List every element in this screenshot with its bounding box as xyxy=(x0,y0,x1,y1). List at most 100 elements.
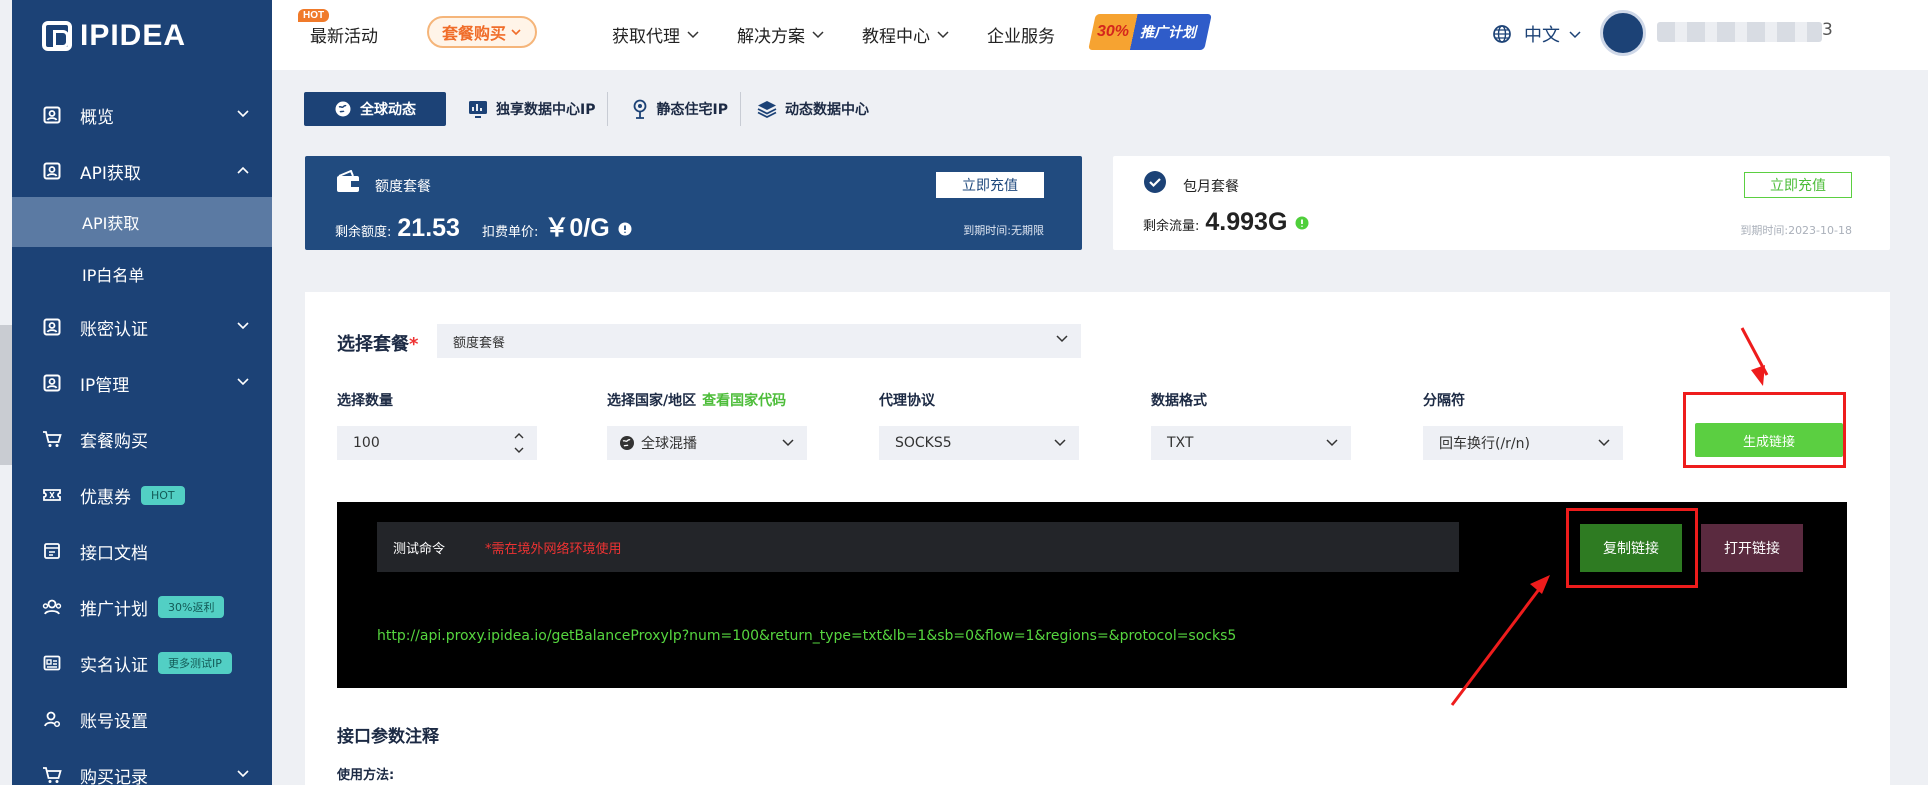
format-select[interactable]: TXT xyxy=(1151,426,1351,460)
promo-text: 推广计划 xyxy=(1140,25,1196,41)
tab-dedicated-datacenter[interactable]: 独享数据中心IP xyxy=(456,92,609,126)
sidebar-item-api-docs[interactable]: 接口文档 xyxy=(12,527,272,575)
tab-global-dynamic[interactable]: 全球动态 xyxy=(304,92,446,126)
api-url[interactable]: http://api.proxy.ipidea.io/getBalancePro… xyxy=(377,628,1236,644)
sidebar-item-label: 账密认证 xyxy=(80,319,148,340)
button-label: 打开链接 xyxy=(1724,541,1780,557)
api-config-panel: 选择套餐* 额度套餐 选择数量 100 选择国家/地区 查看国家代码 全球混播 代… xyxy=(305,292,1890,785)
logo-icon xyxy=(42,21,72,51)
command-label: 测试命令 xyxy=(393,541,446,557)
product-tabs: 全球动态 独享数据中心IP 静态住宅IP 动态数据中心 xyxy=(304,92,881,126)
sidebar-item-overview[interactable]: 概览 xyxy=(12,91,272,139)
country-code-link[interactable]: 查看国家代码 xyxy=(702,393,786,409)
chevron-down-icon xyxy=(237,110,249,118)
sidebar-item-real-name[interactable]: 实名认证 更多测试IP xyxy=(12,639,272,687)
chevron-down-icon xyxy=(782,439,794,447)
separator-label: 分隔符 xyxy=(1423,393,1465,409)
nav-enterprise[interactable]: 企业服务 xyxy=(987,20,1055,48)
sidebar-subitem-ip-whitelist[interactable]: IP白名单 xyxy=(12,249,272,299)
info-icon[interactable] xyxy=(618,222,632,236)
stepper-arrows-icon[interactable] xyxy=(513,430,525,456)
layers-icon xyxy=(757,100,777,118)
separator-value: 回车换行(/r/n) xyxy=(1439,436,1530,452)
monthly-remaining: 剩余流量: 4.993G xyxy=(1143,208,1309,237)
sidebar-item-account-auth[interactable]: 账密认证 xyxy=(12,303,272,351)
logo[interactable]: IPIDEA xyxy=(42,16,186,56)
tab-label: 独享数据中心IP xyxy=(496,102,596,118)
nav-tutorials[interactable]: 教程中心 xyxy=(862,20,950,48)
chevron-down-icon xyxy=(1054,439,1066,447)
recharge-button[interactable]: 立即充值 xyxy=(936,172,1044,198)
chevron-down-icon xyxy=(812,31,824,39)
price-label: 扣费单价: xyxy=(481,225,539,240)
username-suffix: 3 xyxy=(1822,20,1833,40)
package-buy-button[interactable]: 套餐购买 xyxy=(427,16,537,48)
monthly-package-card: 包月套餐 剩余流量: 4.993G 立即充值 到期时间:2023-10-18 xyxy=(1113,156,1890,250)
sidebar-scrollbar[interactable] xyxy=(0,325,12,465)
package-select[interactable]: 额度套餐 xyxy=(437,324,1081,358)
chevron-down-icon xyxy=(1598,439,1610,447)
nav-latest-activity[interactable]: 最新活动 xyxy=(310,20,378,48)
nav-solutions[interactable]: 解决方案 xyxy=(737,20,825,48)
info-icon[interactable] xyxy=(1295,216,1309,230)
country-select[interactable]: 全球混播 xyxy=(607,426,807,460)
user-gear-icon xyxy=(42,709,62,729)
nav-get-proxy[interactable]: 获取代理 xyxy=(612,20,700,48)
promotion-banner[interactable]: 30% 推广计划 xyxy=(1088,14,1212,50)
button-label: 立即充值 xyxy=(962,178,1018,194)
chevron-down-icon xyxy=(511,29,521,36)
sidebar-item-promotion[interactable]: 推广计划 30%返利 xyxy=(12,583,272,631)
chevron-down-icon xyxy=(237,770,249,778)
remaining-value: 4.993G xyxy=(1205,208,1288,236)
separator-select[interactable]: 回车换行(/r/n) xyxy=(1423,426,1623,460)
cart-icon xyxy=(42,429,62,449)
sidebar-item-label: API获取 xyxy=(80,163,141,184)
format-label: 数据格式 xyxy=(1151,393,1207,409)
remaining-label: 剩余额度: xyxy=(335,225,392,240)
avatar[interactable] xyxy=(1600,10,1646,56)
usage-label: 使用方法: xyxy=(337,768,395,783)
annotation-highlight-box xyxy=(1566,508,1698,588)
chevron-down-icon xyxy=(237,322,249,330)
package-value: 额度套餐 xyxy=(453,335,506,351)
country-value: 全球混播 xyxy=(641,436,697,452)
id-card-icon xyxy=(42,653,62,673)
sidebar-subitem-api[interactable]: API获取 xyxy=(12,197,272,247)
quota-remaining: 剩余额度: 21.53 扣费单价: ￥0/G xyxy=(335,208,632,244)
nav-label: 解决方案 xyxy=(737,26,805,47)
sidebar-item-ip-management[interactable]: IP管理 xyxy=(12,359,272,407)
globe-icon xyxy=(1493,25,1511,43)
chevron-down-icon xyxy=(687,31,699,39)
quota-package-card: 额度套餐 剩余额度: 21.53 扣费单价: ￥0/G 立即充值 到期时间:无期… xyxy=(305,156,1082,250)
protocol-label: 代理协议 xyxy=(879,393,935,409)
user-square-icon xyxy=(42,373,62,393)
sidebar-item-account-settings[interactable]: 账号设置 xyxy=(12,695,272,743)
open-link-button[interactable]: 打开链接 xyxy=(1701,524,1803,572)
test-command-console: 测试命令 *需在境外网络环境使用 复制链接 打开链接 http://api.pr… xyxy=(337,502,1847,688)
chevron-down-icon xyxy=(937,31,949,39)
sidebar-item-purchase-records[interactable]: 购买记录 xyxy=(12,751,272,785)
required-mark: * xyxy=(409,334,419,355)
remaining-label: 剩余流量: xyxy=(1143,219,1200,234)
pin-icon xyxy=(632,99,648,119)
sidebar-item-label: 接口文档 xyxy=(80,543,148,564)
tab-static-residential[interactable]: 静态住宅IP xyxy=(608,92,741,126)
protocol-select[interactable]: SOCKS5 xyxy=(879,426,1079,460)
username-redacted xyxy=(1657,22,1822,42)
top-navigation: HOT 最新活动 套餐购买 获取代理 解决方案 教程中心 企业服务 30% 推广… xyxy=(272,0,1928,70)
tab-dynamic-datacenter[interactable]: 动态数据中心 xyxy=(741,92,881,126)
recharge-button[interactable]: 立即充值 xyxy=(1744,172,1852,198)
sidebar-item-api[interactable]: API获取 xyxy=(12,147,272,195)
globe-icon xyxy=(620,436,634,450)
test-ip-tag: 更多测试IP xyxy=(158,652,232,674)
sidebar-item-label: 账号设置 xyxy=(80,711,148,732)
format-value: TXT xyxy=(1167,435,1194,451)
chart-icon xyxy=(468,100,488,118)
rebate-tag: 30%返利 xyxy=(158,596,225,618)
sidebar-item-coupons[interactable]: 优惠券 HOT xyxy=(12,471,272,519)
language-selector[interactable]: 中文 xyxy=(1492,20,1582,48)
quantity-stepper[interactable]: 100 xyxy=(337,426,537,460)
sidebar-item-package-purchase[interactable]: 套餐购买 xyxy=(12,415,272,463)
expiry-text: 到期时间:2023-10-18 xyxy=(1740,224,1852,237)
document-icon xyxy=(42,541,62,561)
